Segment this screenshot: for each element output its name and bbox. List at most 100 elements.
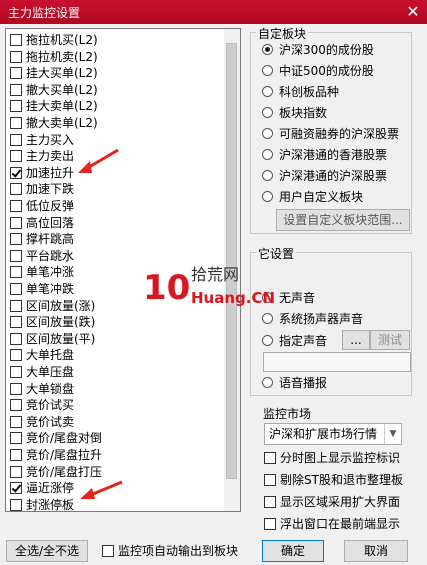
checkbox-box[interactable]	[10, 100, 22, 113]
list-item[interactable]: 加速拉升	[10, 165, 74, 181]
sound-file-input[interactable]	[263, 352, 411, 372]
list-item[interactable]: 挂大卖单(L2)	[10, 98, 98, 114]
list-item[interactable]: 大单压盘	[10, 364, 74, 380]
list-item[interactable]: 撤大卖单(L2)	[10, 115, 98, 131]
checkbox-box[interactable]	[10, 299, 22, 312]
test-sound-button[interactable]: 测试	[370, 330, 410, 350]
list-item[interactable]: 单笔冲涨	[10, 264, 74, 280]
checkbox-box[interactable]	[10, 332, 22, 345]
radio-button[interactable]	[262, 107, 273, 118]
display-option[interactable]: 分时图上显示监控标识	[264, 450, 400, 466]
sound-option[interactable]: 系统扬声器声音	[262, 311, 363, 327]
list-item[interactable]: 区间放量(涨)	[10, 298, 95, 314]
radio-button[interactable]	[262, 44, 273, 55]
sound-option[interactable]: 指定声音	[262, 333, 327, 349]
checkbox-box[interactable]	[10, 34, 22, 46]
checkbox-box[interactable]	[10, 67, 22, 80]
set-custom-sector-range-button[interactable]: 设置自定义板块范围...	[276, 209, 410, 231]
sector-option[interactable]: 板块指数	[262, 105, 327, 121]
cancel-button[interactable]: 取消	[344, 540, 408, 562]
checkbox-box[interactable]	[10, 498, 22, 511]
browse-sound-button[interactable]: ...	[342, 330, 370, 350]
checkbox-box[interactable]	[10, 316, 22, 329]
checkbox-box[interactable]	[10, 83, 22, 96]
checkbox-box[interactable]	[10, 233, 22, 246]
checkbox-box[interactable]	[264, 518, 276, 530]
checkbox-box[interactable]	[264, 496, 276, 508]
close-icon[interactable]: ✕	[403, 2, 423, 22]
checkbox-box[interactable]	[10, 50, 22, 63]
list-item[interactable]: 大单托盘	[10, 347, 74, 363]
display-option[interactable]: 浮出窗口在最前端显示	[264, 516, 400, 532]
checkbox-box[interactable]	[10, 366, 22, 378]
checkbox-box[interactable]	[10, 415, 22, 428]
list-item[interactable]: 竞价试卖	[10, 414, 74, 430]
checkbox-box[interactable]	[10, 432, 22, 445]
checkbox-box[interactable]	[10, 283, 22, 295]
sector-option[interactable]: 用户自定义板块	[262, 189, 363, 205]
sector-option[interactable]: 可融资融券的沪深股票	[262, 126, 399, 142]
checkbox-box[interactable]	[10, 266, 22, 279]
list-item[interactable]: 加速下跌	[10, 181, 74, 197]
checkbox-box[interactable]	[102, 545, 114, 557]
display-option[interactable]: 显示区域采用扩大界面	[264, 494, 400, 510]
market-select[interactable]: 沪深和扩展市场行情 ▼	[264, 423, 402, 445]
display-option[interactable]: 剔除ST股和退市整理板	[264, 472, 403, 488]
checkbox-box[interactable]	[264, 452, 276, 464]
list-item[interactable]: 撑杆跳高	[10, 231, 74, 247]
select-all-button[interactable]: 全选/全不选	[6, 540, 88, 562]
list-item[interactable]: 竞价/尾盘对倒	[10, 430, 102, 446]
list-item[interactable]: 主力卖出	[10, 148, 74, 164]
checkbox-box[interactable]	[10, 465, 22, 478]
list-item[interactable]: 区间放量(跌)	[10, 314, 95, 330]
list-item[interactable]: 拖拉机买(L2)	[10, 32, 98, 48]
checkbox-box[interactable]	[10, 133, 22, 146]
list-item[interactable]: 竞价/尾盘拉升	[10, 447, 102, 463]
sector-option[interactable]: 科创板品种	[262, 84, 339, 100]
list-item[interactable]: 单笔冲跌	[10, 281, 74, 297]
sector-option[interactable]: 中证500的成份股	[262, 63, 374, 79]
radio-button[interactable]	[262, 128, 273, 139]
list-item[interactable]: 低位反弹	[10, 198, 74, 214]
checkbox-box[interactable]	[10, 150, 22, 163]
checkbox-box[interactable]	[10, 249, 22, 262]
list-item[interactable]: 大单锁盘	[10, 381, 74, 397]
list-item[interactable]: 平台跳水	[10, 248, 74, 264]
list-item[interactable]: 撤大买单(L2)	[10, 82, 98, 98]
checkbox-box[interactable]	[10, 166, 22, 179]
ok-button[interactable]: 确定	[262, 540, 324, 562]
sound-option[interactable]: 语音播报	[262, 375, 327, 391]
list-item[interactable]: 逼近涨停	[10, 480, 74, 496]
radio-button[interactable]	[262, 313, 273, 324]
checkbox-box[interactable]	[10, 399, 22, 412]
radio-button[interactable]	[262, 191, 273, 202]
list-item[interactable]: 高位回落	[10, 215, 74, 231]
checkbox-box[interactable]	[10, 382, 22, 395]
list-item[interactable]: 拖拉机卖(L2)	[10, 49, 98, 65]
scrollbar-thumb[interactable]	[226, 43, 237, 479]
list-item[interactable]: 竞价试买	[10, 397, 74, 413]
chevron-down-icon[interactable]: ▼	[384, 424, 401, 444]
checkbox-box[interactable]	[10, 216, 22, 229]
list-item[interactable]: 挂大买单(L2)	[10, 65, 98, 81]
checkbox-box[interactable]	[264, 474, 276, 486]
sector-option[interactable]: 沪深港通的沪深股票	[262, 168, 387, 184]
radio-button[interactable]	[262, 65, 273, 76]
radio-button[interactable]	[262, 86, 273, 97]
list-item[interactable]: 区间放量(平)	[10, 331, 95, 347]
checkbox-box[interactable]	[10, 117, 22, 129]
sector-option[interactable]: 沪深300的成份股	[262, 42, 374, 58]
auto-output-checkbox[interactable]: 监控项自动输出到板块	[102, 543, 238, 559]
sector-option[interactable]: 沪深港通的香港股票	[262, 147, 387, 163]
checkbox-box[interactable]	[10, 183, 22, 196]
radio-button[interactable]	[262, 170, 273, 181]
list-item[interactable]: 主力买入	[10, 132, 74, 148]
checkbox-box[interactable]	[10, 200, 22, 212]
radio-button[interactable]	[262, 377, 273, 388]
checkbox-box[interactable]	[10, 482, 22, 495]
list-item[interactable]: 封涨停板	[10, 497, 74, 511]
checkbox-box[interactable]	[10, 449, 22, 461]
radio-button[interactable]	[262, 149, 273, 160]
checkbox-box[interactable]	[10, 349, 22, 362]
radio-button[interactable]	[262, 335, 273, 346]
